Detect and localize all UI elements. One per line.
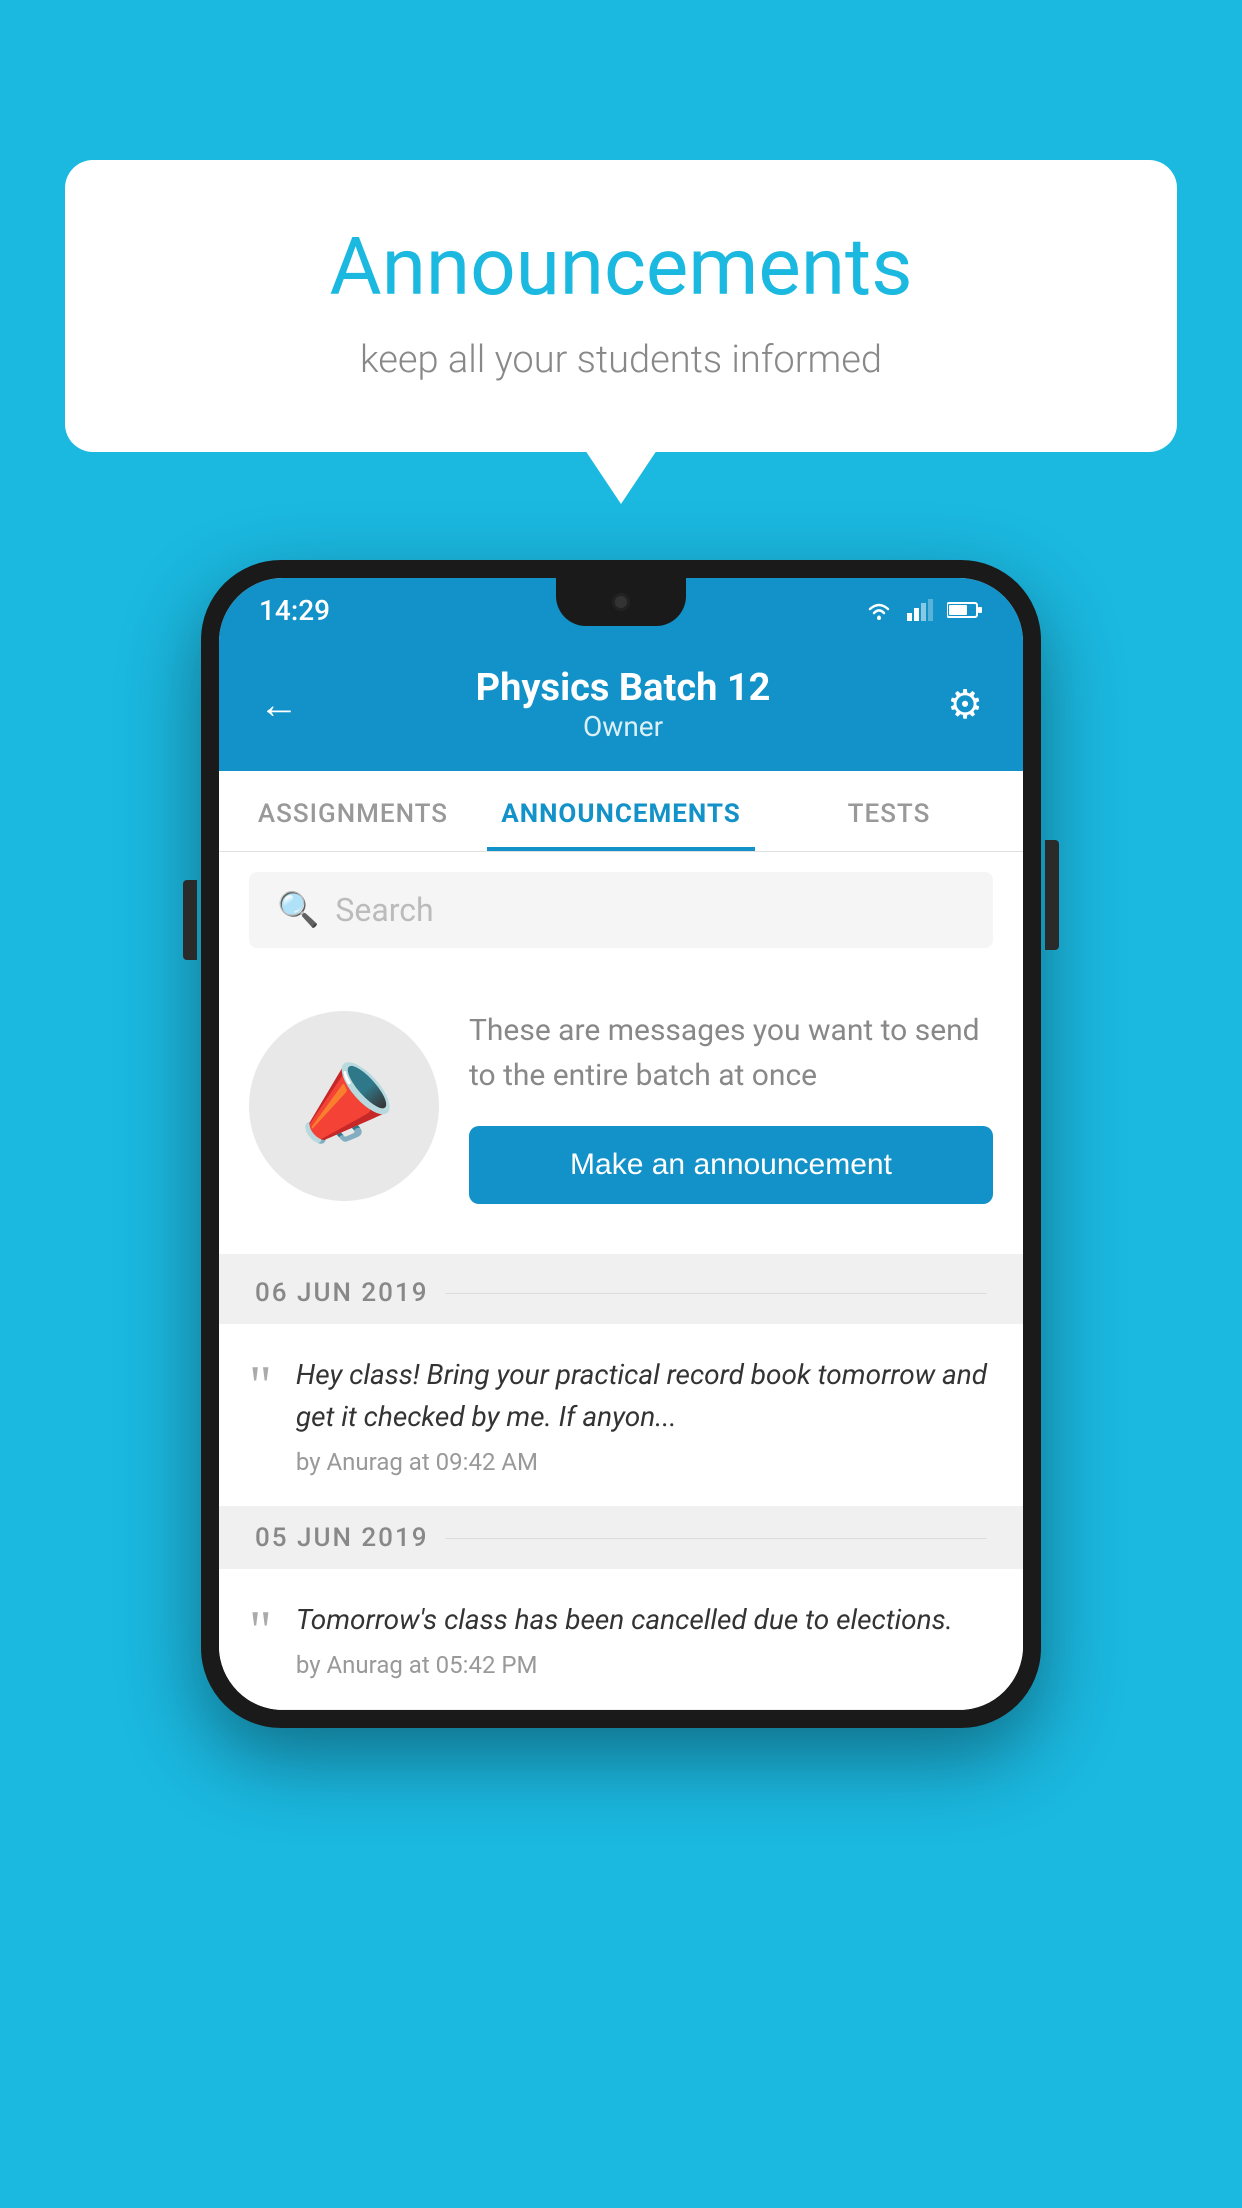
header-title-group: Physics Batch 12 Owner bbox=[476, 666, 771, 743]
date-text-1: 06 JUN 2019 bbox=[255, 1278, 429, 1308]
status-time: 14:29 bbox=[259, 594, 330, 627]
search-placeholder: Search bbox=[335, 891, 433, 929]
announcement-text-2: Tomorrow's class has been cancelled due … bbox=[296, 1599, 993, 1641]
make-announcement-button[interactable]: Make an announcement bbox=[469, 1126, 993, 1204]
speech-bubble-section: Announcements keep all your students inf… bbox=[65, 160, 1177, 452]
tabs-bar: ASSIGNMENTS ANNOUNCEMENTS TESTS bbox=[219, 771, 1023, 852]
settings-button[interactable]: ⚙ bbox=[947, 681, 983, 728]
announcement-text-1: Hey class! Bring your practical record b… bbox=[296, 1354, 993, 1438]
search-container: 🔍 Search bbox=[219, 852, 1023, 968]
speech-bubble-card: Announcements keep all your students inf… bbox=[65, 160, 1177, 452]
announcement-content-1: Hey class! Bring your practical record b… bbox=[296, 1354, 993, 1476]
phone-notch bbox=[556, 578, 686, 626]
date-text-2: 05 JUN 2019 bbox=[255, 1523, 429, 1553]
promo-icon-circle: 📣 bbox=[249, 1011, 439, 1201]
speech-bubble-subtitle: keep all your students informed bbox=[145, 338, 1097, 382]
signal-icon bbox=[907, 599, 933, 621]
promo-content: These are messages you want to send to t… bbox=[469, 1008, 993, 1204]
quote-icon-2: " bbox=[249, 1603, 272, 1659]
announcement-meta-1: by Anurag at 09:42 AM bbox=[296, 1448, 993, 1476]
separator-line bbox=[445, 1293, 988, 1294]
announcement-item-1[interactable]: " Hey class! Bring your practical record… bbox=[219, 1324, 1023, 1507]
search-icon: 🔍 bbox=[277, 890, 319, 930]
promo-section: 📣 These are messages you want to send to… bbox=[219, 968, 1023, 1262]
status-bar: 14:29 bbox=[219, 578, 1023, 642]
megaphone-icon: 📣 bbox=[281, 1045, 407, 1167]
promo-description: These are messages you want to send to t… bbox=[469, 1008, 993, 1098]
notch-camera bbox=[612, 593, 630, 611]
announcement-meta-2: by Anurag at 05:42 PM bbox=[296, 1651, 993, 1679]
tab-assignments[interactable]: ASSIGNMENTS bbox=[219, 771, 487, 851]
status-icons bbox=[865, 599, 983, 621]
tab-tests[interactable]: TESTS bbox=[755, 771, 1023, 851]
search-bar[interactable]: 🔍 Search bbox=[249, 872, 993, 948]
quote-icon-1: " bbox=[249, 1358, 272, 1414]
phone-screen: 14:29 bbox=[219, 578, 1023, 1710]
phone-outer-shell: 14:29 bbox=[201, 560, 1041, 1728]
date-separator-1: 06 JUN 2019 bbox=[219, 1262, 1023, 1324]
date-separator-2: 05 JUN 2019 bbox=[219, 1507, 1023, 1569]
app-header: ← Physics Batch 12 Owner ⚙ bbox=[219, 642, 1023, 771]
tab-announcements[interactable]: ANNOUNCEMENTS bbox=[487, 771, 755, 851]
wifi-icon bbox=[865, 599, 893, 621]
batch-title: Physics Batch 12 bbox=[476, 666, 771, 710]
phone-mockup: 14:29 bbox=[201, 560, 1041, 1728]
separator-line-2 bbox=[445, 1538, 988, 1539]
battery-icon bbox=[947, 601, 983, 619]
announcement-content-2: Tomorrow's class has been cancelled due … bbox=[296, 1599, 993, 1679]
batch-role: Owner bbox=[476, 710, 771, 743]
announcement-item-2[interactable]: " Tomorrow's class has been cancelled du… bbox=[219, 1569, 1023, 1710]
back-button[interactable]: ← bbox=[259, 681, 299, 728]
speech-bubble-title: Announcements bbox=[145, 220, 1097, 314]
